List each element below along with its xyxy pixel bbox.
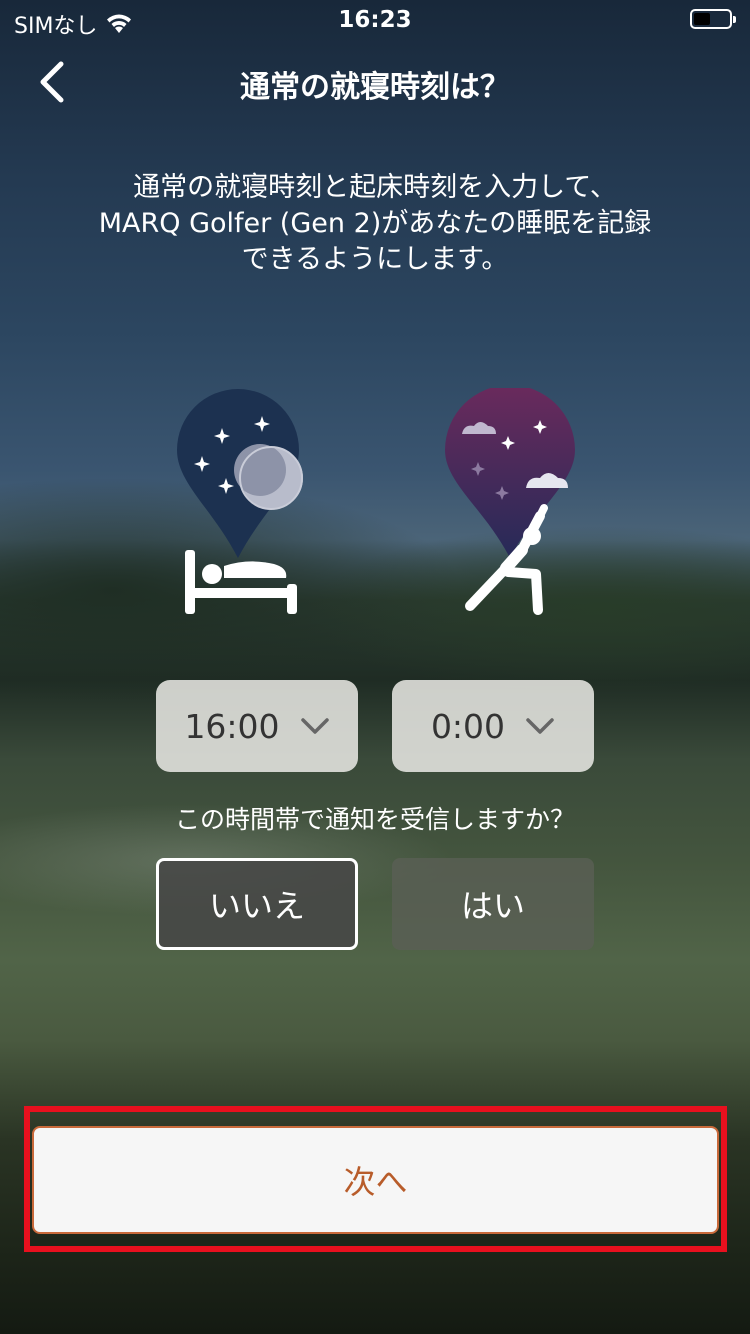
stretch-sunrise-icon: [440, 385, 580, 622]
battery-icon: [690, 9, 736, 29]
status-time: 16:23: [338, 7, 412, 33]
wake-time-dropdown[interactable]: 0:00: [392, 680, 594, 772]
description-text: 通常の就寝時刻と起床時刻を入力して、 MARQ Golfer (Gen 2)があ…: [60, 170, 690, 278]
bed-moon-icon: [172, 388, 312, 622]
chevron-down-icon: [300, 718, 329, 734]
bedtime-value: 16:00: [184, 706, 280, 746]
description-line-2: MARQ Golfer (Gen 2)があなたの睡眠を記録: [98, 208, 652, 239]
description-line-1: 通常の就寝時刻と起床時刻を入力して、: [133, 172, 617, 203]
yes-button[interactable]: はい: [392, 858, 594, 950]
chevron-down-icon: [526, 718, 554, 734]
next-button[interactable]: 次へ: [32, 1126, 719, 1234]
notification-question: この時間帯で通知を受信しますか？: [174, 805, 575, 834]
page-title: 通常の就寝時刻は？: [240, 70, 510, 105]
status-bar: SIMなし 16:23: [0, 0, 750, 40]
wake-time-value: 0:00: [430, 706, 506, 746]
description-line-3: できるようにします。: [241, 244, 509, 275]
bedtime-dropdown[interactable]: 16:00: [156, 680, 358, 772]
no-button[interactable]: いいえ: [156, 858, 358, 950]
